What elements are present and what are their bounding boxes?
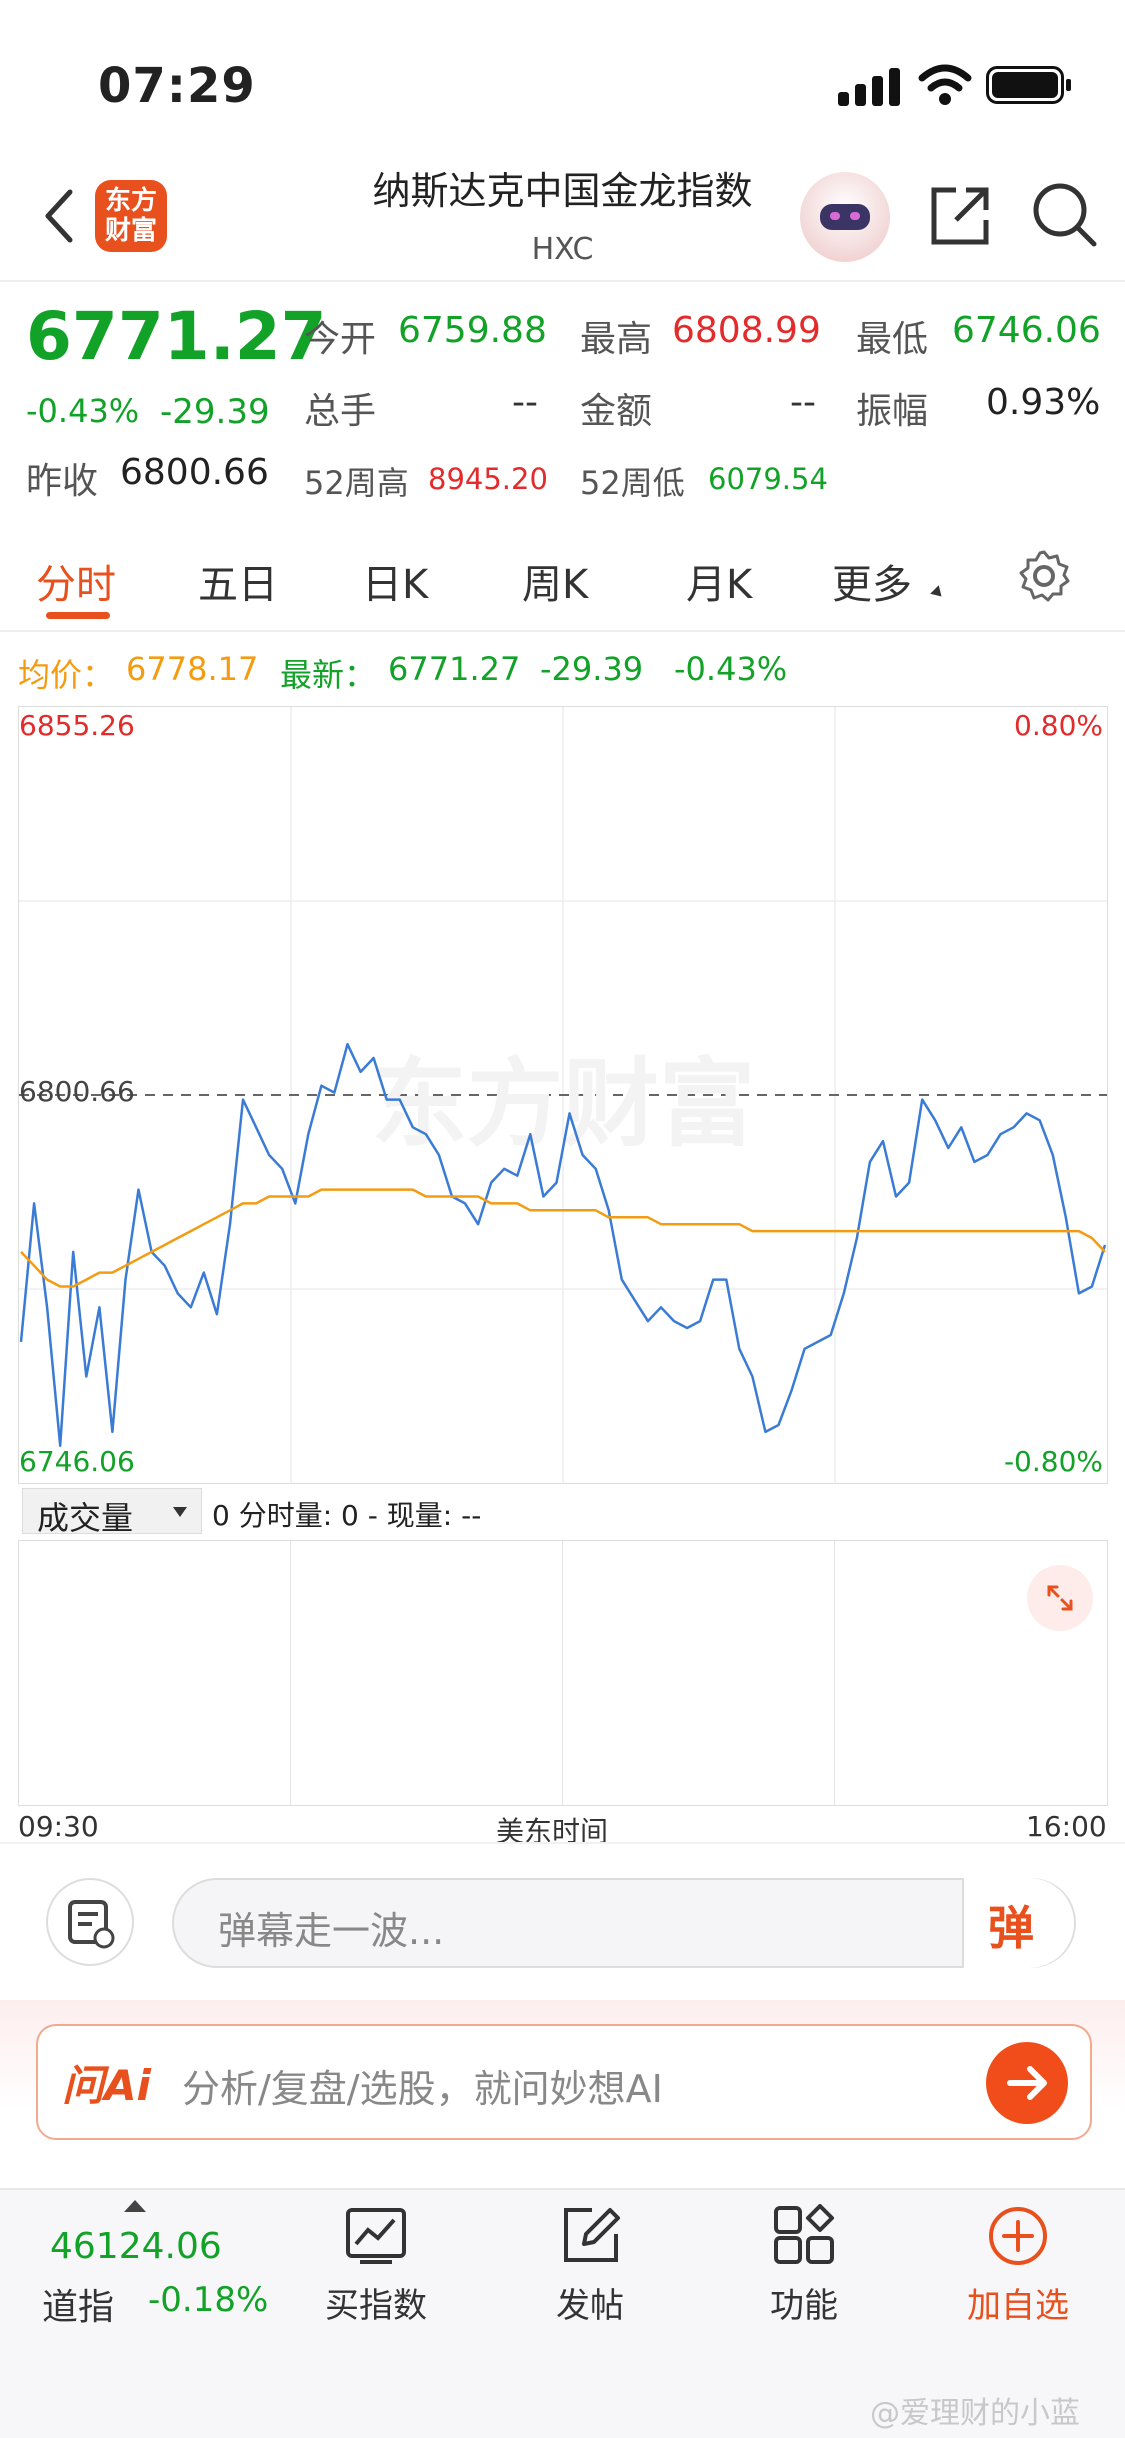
share-icon[interactable]	[926, 182, 994, 250]
status-bar: 07:29	[0, 0, 1125, 150]
w52-high-label: 52周高	[304, 464, 409, 502]
logo-text-bottom: 财富	[104, 216, 157, 246]
ai-logo: 问Ai	[62, 2061, 151, 2110]
intraday-chart[interactable]: 东方财富 6855.26 0.80% 6800.66 6746.06 -0.80…	[18, 706, 1108, 1484]
latest-change: -29.39	[540, 650, 644, 688]
search-icon[interactable]	[1030, 180, 1100, 250]
page-title: 纳斯达克中国金龙指数	[372, 169, 753, 213]
danmu-send-button[interactable]: 弹	[962, 1878, 1074, 1968]
functions-grid-icon[interactable]	[772, 2204, 836, 2268]
tab-intraday[interactable]: 分时	[36, 552, 116, 610]
change-value: -29.39	[160, 392, 270, 432]
y-max-label: 6855.26	[19, 709, 135, 742]
w52-low-value: 6079.54	[708, 462, 828, 496]
open-label: 今开	[304, 319, 377, 360]
amount-label: 金额	[580, 391, 653, 432]
pct-max-label: 0.80%	[1014, 709, 1103, 742]
index-ticker-value[interactable]: 46124.06	[50, 2226, 222, 2267]
tab-more[interactable]: 更多	[832, 552, 912, 610]
add-watchlist-label[interactable]: 加自选	[918, 2278, 1118, 2327]
expand-icon[interactable]	[1027, 1565, 1093, 1631]
volume-label: 总手	[304, 391, 377, 432]
latest-value: 6771.27	[388, 650, 521, 688]
tab-active-indicator	[46, 612, 110, 619]
functions-label[interactable]: 功能	[704, 2278, 904, 2327]
add-watchlist-icon[interactable]	[986, 2204, 1050, 2268]
index-code: HXC	[531, 232, 594, 267]
danmu-send-label: 弹	[988, 1901, 1034, 1955]
ai-input[interactable]: 问Ai 分析/复盘/选股，就问妙想AI	[36, 2024, 1092, 2140]
avg-label: 均价：	[18, 656, 115, 694]
intraday-chart-svg: 东方财富	[19, 707, 1107, 1483]
settings-gear-icon[interactable]	[1016, 548, 1072, 604]
post-label[interactable]: 发帖	[490, 2278, 690, 2327]
open-value: 6759.88	[398, 310, 547, 351]
buy-index-label[interactable]: 买指数	[276, 2278, 476, 2327]
w52-low-label: 52周低	[580, 464, 685, 502]
y-ref-label: 6800.66	[19, 1075, 135, 1108]
tab-daily-k[interactable]: 日K	[362, 552, 428, 610]
volume-selector-label: 成交量	[37, 1499, 134, 1537]
status-time: 07:29	[98, 58, 256, 114]
y-min-label: 6746.06	[19, 1445, 135, 1478]
battery-icon	[986, 66, 1071, 104]
amplitude-label: 振幅	[856, 391, 929, 432]
volume-values: 0 分时量: 0 - 现量: --	[212, 1494, 481, 1534]
volume-value: --	[512, 382, 538, 423]
back-icon[interactable]	[40, 188, 76, 244]
tab-monthly-k[interactable]: 月K	[686, 552, 752, 610]
tab-weekly-k[interactable]: 周K	[522, 552, 588, 610]
index-ticker-change: -0.18%	[148, 2280, 269, 2320]
ai-robot-avatar[interactable]	[800, 172, 890, 262]
latest-percent: -0.43%	[674, 650, 788, 688]
logo-text-top: 东方	[104, 186, 157, 216]
volume-chart[interactable]	[18, 1540, 1108, 1806]
danmu-list-icon	[68, 1900, 115, 1949]
avg-value: 6778.17	[126, 650, 259, 688]
ai-placeholder: 分析/复盘/选股，就问妙想AI	[182, 2067, 663, 2111]
ai-submit-button[interactable]	[986, 2042, 1068, 2124]
compose-post-icon[interactable]	[558, 2204, 622, 2268]
trend-chart-icon[interactable]	[344, 2206, 408, 2266]
danmu-toggle-button[interactable]	[46, 1878, 134, 1966]
dropdown-triangle-icon	[173, 1507, 187, 1517]
tab-five-day[interactable]: 五日	[198, 552, 278, 610]
high-label: 最高	[580, 319, 653, 360]
pct-min-label: -0.80%	[1003, 1445, 1103, 1478]
arrow-right-icon	[1007, 2066, 1047, 2100]
prev-close-value: 6800.66	[120, 452, 269, 493]
change-percent: -0.43%	[26, 392, 140, 430]
amplitude-value: 0.93%	[986, 382, 1101, 423]
signal-icon	[838, 66, 902, 106]
high-value: 6808.99	[672, 310, 821, 351]
volume-values-text: 0 分时量: 0 - 现量: --	[212, 1499, 482, 1532]
x-end-label: 16:00	[1026, 1810, 1107, 1843]
up-arrow-icon	[124, 2200, 146, 2212]
x-start-label: 09:30	[18, 1810, 99, 1843]
prev-close-label: 昨收	[26, 461, 99, 502]
amount-value: --	[790, 382, 816, 423]
danmu-input[interactable]: 弹幕走一波... 弹	[172, 1878, 1076, 1968]
app-logo: 东方 财富	[95, 180, 167, 252]
index-ticker-name: 道指	[42, 2287, 115, 2328]
volume-selector[interactable]: 成交量	[22, 1488, 202, 1537]
weibo-watermark: @爱理财的小蓝	[870, 2396, 1080, 2431]
current-price: 6771.27	[26, 298, 327, 375]
danmu-placeholder: 弹幕走一波...	[218, 1909, 445, 1953]
wifi-icon	[918, 64, 972, 105]
low-value: 6746.06	[952, 310, 1101, 351]
w52-high-value: 8945.20	[428, 462, 548, 496]
low-label: 最低	[856, 319, 929, 360]
latest-label: 最新：	[280, 656, 377, 694]
